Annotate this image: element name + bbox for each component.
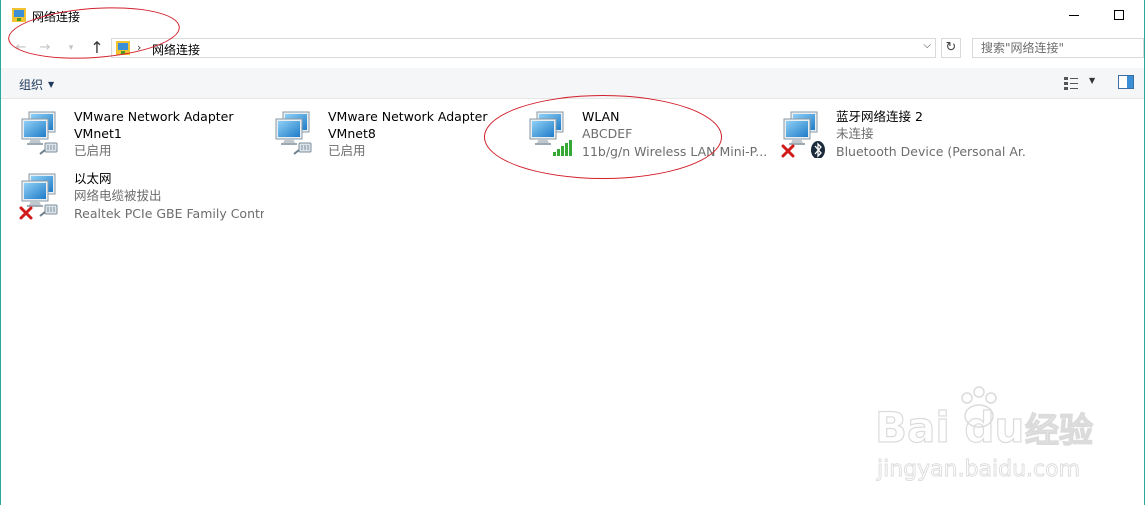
view-options-dropdown[interactable]: ▼: [1089, 76, 1095, 85]
network-connection-icon: [12, 8, 26, 22]
maximize-button[interactable]: [1097, 0, 1143, 32]
connection-item-vmnet1[interactable]: VMware Network Adapter VMnet1 已启用: [19, 108, 259, 164]
watermark-url: jingyan.baidu.com: [876, 457, 1080, 482]
view-options-icon[interactable]: [1064, 76, 1078, 90]
connection-name-line2: VMnet1: [74, 126, 122, 141]
connection-name: 蓝牙网络连接 2: [836, 109, 923, 124]
search-box[interactable]: [972, 38, 1144, 58]
connection-item-bluetooth[interactable]: 蓝牙网络连接 2 未连接 Bluetooth Device (Personal …: [781, 108, 1026, 164]
connection-device: Realtek PCIe GBE Family Contr...: [74, 206, 264, 221]
ethernet-adapter-icon: [19, 172, 67, 220]
preview-pane-icon[interactable]: [1118, 75, 1134, 89]
bluetooth-adapter-icon: [781, 110, 825, 158]
connection-status: 未连接: [836, 126, 874, 141]
network-adapter-icon: [273, 110, 321, 158]
baidu-jingyan-watermark: Bai du 经验 jingyan.baidu.com: [875, 386, 1094, 482]
disconnected-x-icon: [783, 146, 793, 156]
watermark-brand: Bai du: [875, 403, 1024, 452]
network-adapter-icon: [19, 110, 67, 158]
connection-item-vmnet8[interactable]: VMware Network Adapter VMnet8 已启用: [273, 108, 513, 164]
connection-item-ethernet[interactable]: 以太网 网络电缆被拔出 Realtek PCIe GBE Family Cont…: [19, 170, 264, 226]
search-input[interactable]: [973, 39, 1141, 57]
refresh-icon[interactable]: ↻: [941, 38, 961, 58]
connection-device: Bluetooth Device (Personal Ar...: [836, 144, 1026, 159]
connection-name: VMware Network Adapter: [74, 109, 234, 124]
watermark-brand-cn: 经验: [1025, 411, 1093, 451]
organize-button[interactable]: 组织 ▼: [19, 76, 54, 93]
connection-status: 网络电缆被拔出: [74, 188, 162, 203]
minimize-button[interactable]: [1051, 0, 1097, 32]
connection-status: 已启用: [74, 143, 112, 158]
organize-label: 组织: [19, 78, 44, 92]
bluetooth-icon: [811, 141, 825, 158]
chevron-down-icon[interactable]: ⌵: [923, 40, 931, 51]
connection-name: 以太网: [74, 171, 112, 186]
chevron-down-icon: ▼: [48, 80, 55, 89]
disconnected-x-icon: [21, 208, 31, 218]
command-bar: 组织 ▼ ▼: [1, 68, 1144, 99]
annotation-ellipse-wlan: [484, 95, 722, 179]
address-bar[interactable]: › 网络连接 ⌵: [111, 38, 936, 58]
